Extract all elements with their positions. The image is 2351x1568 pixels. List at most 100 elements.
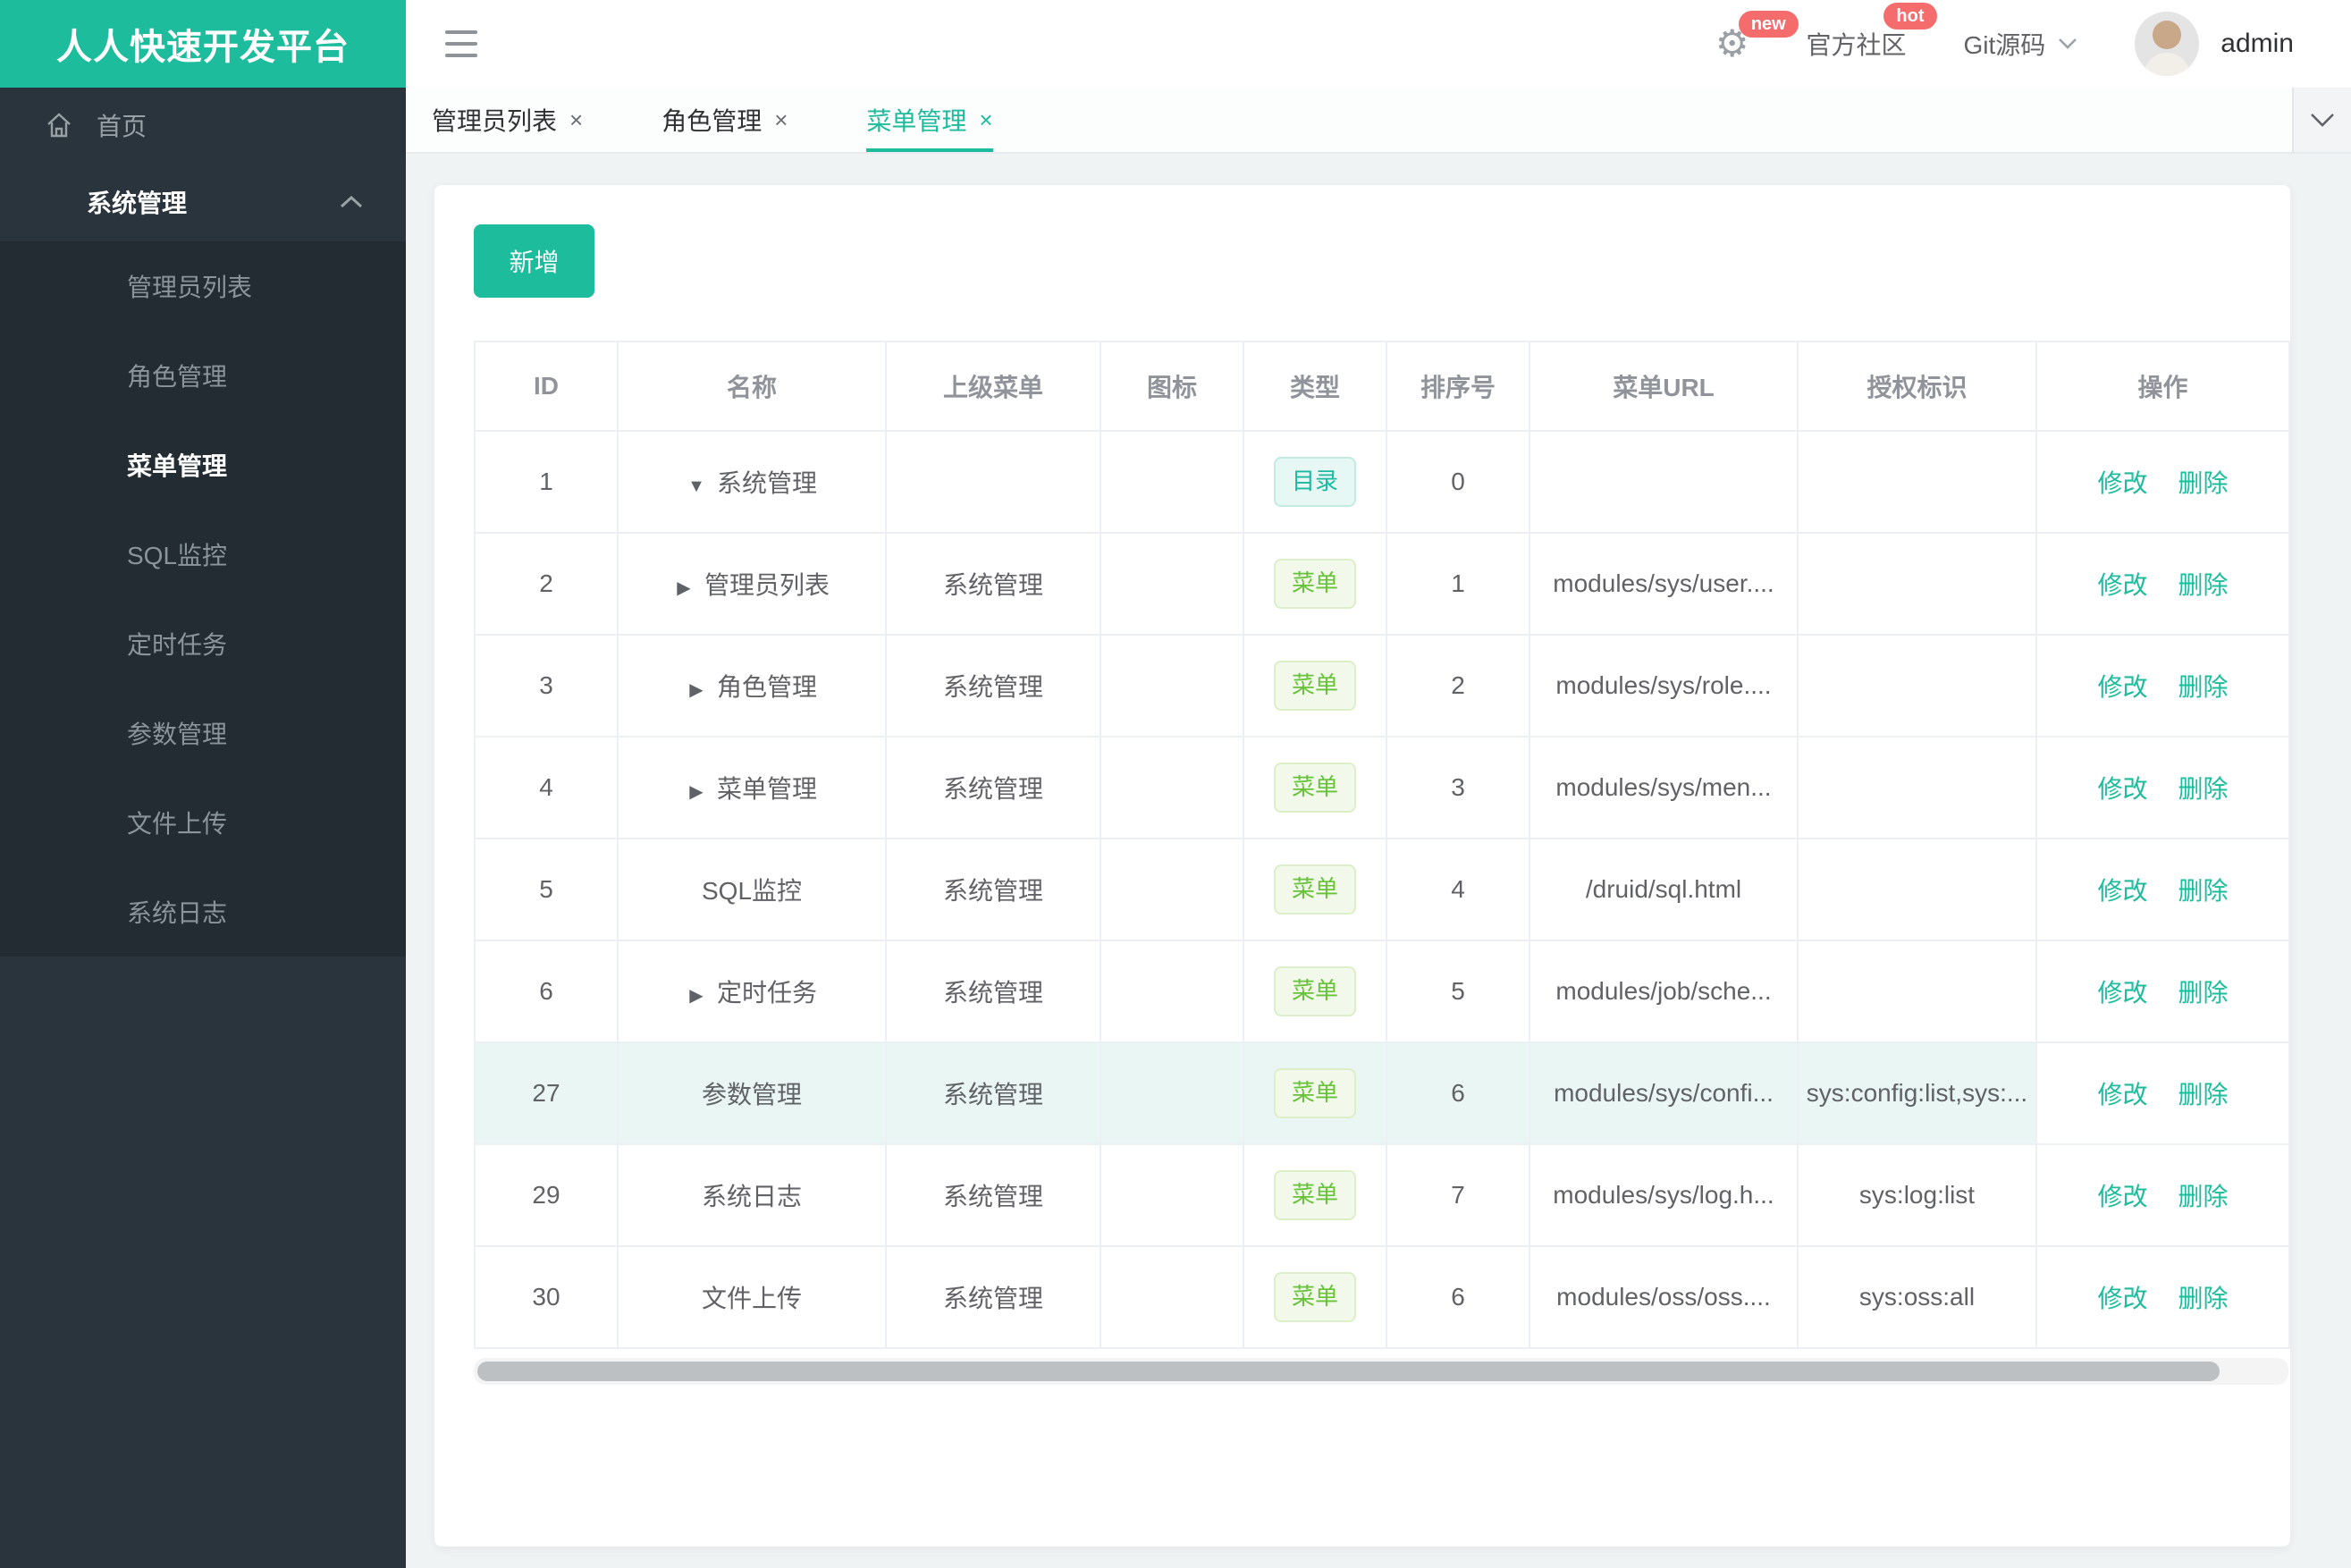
cell-url: modules/sys/men... xyxy=(1529,736,1799,839)
settings-gear-button[interactable]: ⚙︎ new xyxy=(1715,11,1799,63)
type-badge: 菜单 xyxy=(1273,763,1356,813)
menu-management-panel: 新增 ID 名称 上级菜单 图标 类型 排序号 菜单URL 授权标识 操作 1 … xyxy=(434,185,2290,1547)
cell-id: 29 xyxy=(474,1143,619,1247)
sidebar-item[interactable]: 文件上传 xyxy=(0,778,406,867)
cell-icon xyxy=(1100,634,1244,738)
expand-caret-icon[interactable]: ▶ xyxy=(674,577,694,599)
close-icon[interactable]: × xyxy=(569,106,583,134)
cell-order: 6 xyxy=(1386,1041,1530,1145)
chevron-down-icon xyxy=(2058,38,2077,50)
cell-url: modules/sys/confi... xyxy=(1529,1041,1799,1145)
add-button[interactable]: 新增 xyxy=(474,224,594,298)
delete-link[interactable]: 删除 xyxy=(2178,979,2229,1007)
type-badge: 菜单 xyxy=(1273,864,1356,915)
col-header-ops: 操作 xyxy=(2035,341,2290,432)
type-badge: 菜单 xyxy=(1273,661,1356,711)
table-row: 5 SQL监控 系统管理 菜单 4 /druid/sql.html 修改 删除 xyxy=(474,838,2290,941)
sidebar-item[interactable]: 菜单管理 xyxy=(0,420,406,510)
cell-type: 菜单 xyxy=(1243,634,1387,738)
sidebar-item[interactable]: 管理员列表 xyxy=(0,241,406,331)
cell-url: modules/sys/role.... xyxy=(1529,634,1799,738)
cell-icon xyxy=(1100,1245,1244,1349)
cell-url: modules/sys/user.... xyxy=(1529,532,1799,636)
community-link[interactable]: 官方社区 hot xyxy=(1806,3,1937,62)
cell-icon xyxy=(1100,532,1244,636)
tabs-overflow-button[interactable] xyxy=(2292,88,2351,152)
col-header-order: 排序号 xyxy=(1386,341,1530,432)
edit-link[interactable]: 修改 xyxy=(2097,1285,2147,1312)
cell-perms xyxy=(1797,430,2037,534)
expand-caret-icon[interactable]: ▼ xyxy=(687,476,706,497)
edit-link[interactable]: 修改 xyxy=(2097,469,2147,497)
cell-parent: 系统管理 xyxy=(885,532,1101,636)
cell-perms xyxy=(1797,736,2037,839)
sidebar-item-home[interactable]: 首页 xyxy=(0,88,406,163)
cell-ops: 修改 删除 xyxy=(2035,1143,2290,1247)
sidebar-item[interactable]: SQL监控 xyxy=(0,510,406,599)
app-logo: 人人快速开发平台 xyxy=(0,0,406,88)
cell-parent xyxy=(885,430,1101,534)
cell-url: modules/oss/oss.... xyxy=(1529,1245,1799,1349)
col-header-icon: 图标 xyxy=(1100,341,1244,432)
git-source-dropdown[interactable]: Git源码 xyxy=(1964,26,2078,62)
tabbar: 管理员列表 × 角色管理 × 菜单管理 × xyxy=(406,88,2351,154)
cell-icon xyxy=(1100,838,1244,941)
cell-id: 30 xyxy=(474,1245,619,1349)
cell-type: 菜单 xyxy=(1243,736,1387,839)
cell-id: 4 xyxy=(474,736,619,839)
delete-link[interactable]: 删除 xyxy=(2178,1183,2229,1210)
cell-icon xyxy=(1100,1041,1244,1145)
cell-url xyxy=(1529,430,1799,534)
tab[interactable]: 菜单管理 × xyxy=(866,88,993,152)
scrollbar-thumb[interactable] xyxy=(477,1361,2220,1381)
type-badge: 菜单 xyxy=(1273,1068,1356,1118)
cell-perms: sys:config:list,sys:... xyxy=(1797,1041,2037,1145)
cell-name: ▶ 定时任务 xyxy=(617,940,887,1043)
cell-id: 6 xyxy=(474,940,619,1043)
delete-link[interactable]: 删除 xyxy=(2178,469,2229,497)
expand-caret-icon[interactable]: ▶ xyxy=(687,984,706,1007)
cell-parent: 系统管理 xyxy=(885,736,1101,839)
sidebar-item[interactable]: 参数管理 xyxy=(0,688,406,778)
sidebar-item-label: 首页 xyxy=(97,113,147,140)
delete-link[interactable]: 删除 xyxy=(2178,571,2229,599)
close-icon[interactable]: × xyxy=(774,106,788,134)
edit-link[interactable]: 修改 xyxy=(2097,877,2147,905)
expand-caret-icon[interactable]: ▶ xyxy=(687,780,706,803)
sidebar: 人人快速开发平台 首页 系统管理 管理员列表 角色管理 菜单管理 SQL监控 定时任务参… xyxy=(0,0,406,1568)
cell-order: 6 xyxy=(1386,1245,1530,1349)
tab[interactable]: 管理员列表 × xyxy=(432,88,583,152)
edit-link[interactable]: 修改 xyxy=(2097,1183,2147,1210)
hamburger-menu-icon[interactable] xyxy=(445,30,477,57)
sidebar-group-system[interactable]: 系统管理 xyxy=(0,163,406,241)
expand-caret-icon[interactable]: ▶ xyxy=(687,679,706,701)
tab[interactable]: 角色管理 × xyxy=(661,88,788,152)
avatar[interactable] xyxy=(2135,12,2200,76)
table-row: 6 ▶ 定时任务 系统管理 菜单 5 modules/job/sche... 修改… xyxy=(474,940,2290,1043)
table-row: 2 ▶ 管理员列表 系统管理 菜单 1 modules/sys/user.... … xyxy=(474,532,2290,636)
edit-link[interactable]: 修改 xyxy=(2097,571,2147,599)
delete-link[interactable]: 删除 xyxy=(2178,673,2229,701)
delete-link[interactable]: 删除 xyxy=(2178,775,2229,803)
close-icon[interactable]: × xyxy=(979,106,992,134)
delete-link[interactable]: 删除 xyxy=(2178,877,2229,905)
edit-link[interactable]: 修改 xyxy=(2097,775,2147,803)
cell-id: 3 xyxy=(474,634,619,738)
edit-link[interactable]: 修改 xyxy=(2097,673,2147,701)
cell-id: 1 xyxy=(474,430,619,534)
cell-type: 菜单 xyxy=(1243,1041,1387,1145)
sidebar-item[interactable]: 定时任务 xyxy=(0,599,406,688)
delete-link[interactable]: 删除 xyxy=(2178,1081,2229,1109)
sidebar-submenu: 管理员列表 角色管理 菜单管理 SQL监控 定时任务 参数管理 文件上传 系统日志 xyxy=(0,241,406,957)
edit-link[interactable]: 修改 xyxy=(2097,1081,2147,1109)
table-header-row: ID 名称 上级菜单 图标 类型 排序号 菜单URL 授权标识 操作 xyxy=(474,341,2290,432)
sidebar-item[interactable]: 系统日志 xyxy=(0,867,406,957)
delete-link[interactable]: 删除 xyxy=(2178,1285,2229,1312)
sidebar-item[interactable]: 角色管理 xyxy=(0,331,406,420)
cell-ops: 修改 删除 xyxy=(2035,634,2290,738)
col-header-parent: 上级菜单 xyxy=(885,341,1101,432)
cell-url: /druid/sql.html xyxy=(1529,838,1799,941)
type-badge: 菜单 xyxy=(1273,1170,1356,1220)
edit-link[interactable]: 修改 xyxy=(2097,979,2147,1007)
cell-type: 目录 xyxy=(1243,430,1387,534)
